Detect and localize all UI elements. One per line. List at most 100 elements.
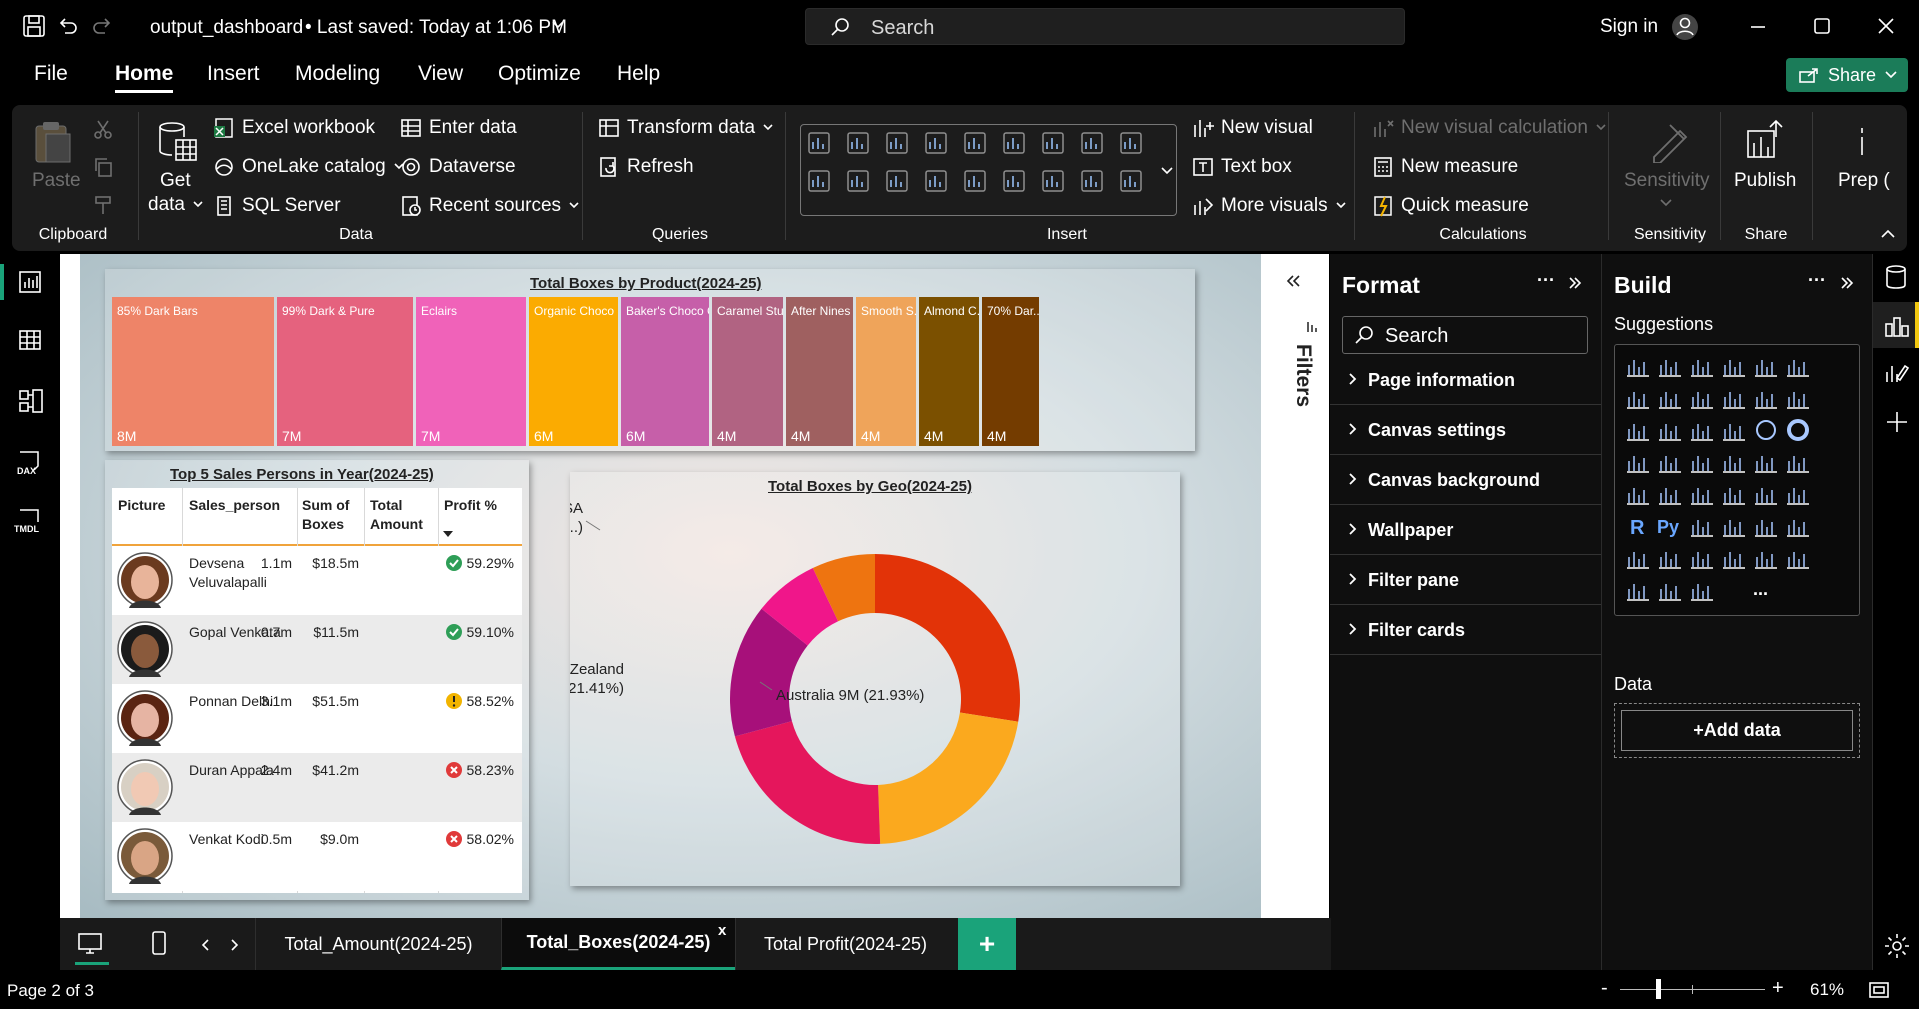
card-new-icon[interactable] <box>1689 545 1719 575</box>
format-section-canvas-settings[interactable]: Canvas settings <box>1348 420 1506 441</box>
stacked-area-icon[interactable] <box>1689 385 1719 415</box>
publish-button[interactable]: Publish <box>1734 170 1796 192</box>
prev-page-icon[interactable] <box>200 938 210 952</box>
more-options-icon[interactable]: ··· <box>1808 270 1826 291</box>
menu-view[interactable]: View <box>418 62 463 86</box>
table-icon[interactable] <box>1753 481 1783 511</box>
format-painter-icon[interactable] <box>92 194 114 216</box>
chevron-down-icon[interactable] <box>1659 198 1673 208</box>
new-visual-calculation-button[interactable]: New visual calculation <box>1372 117 1607 139</box>
table-row[interactable]: Duran Appala 2.4m $41.2m 58.23% <box>112 753 522 822</box>
filters-label[interactable]: Filters <box>1291 344 1315 407</box>
menu-help[interactable]: Help <box>617 62 660 86</box>
zoom-slider-thumb[interactable] <box>1656 979 1661 999</box>
zoom-in-button[interactable]: + <box>1772 977 1784 1000</box>
recent-sources-button[interactable]: Recent sources <box>400 195 580 217</box>
zoom-out-button[interactable]: - <box>1601 977 1608 1000</box>
maximize-icon[interactable] <box>1812 16 1832 36</box>
prep-icon[interactable] <box>1854 125 1870 159</box>
onelake-catalog-button[interactable]: OneLake catalog <box>213 156 405 178</box>
new-measure-button[interactable]: New measure <box>1372 156 1518 178</box>
format-section-wallpaper[interactable]: Wallpaper <box>1348 520 1453 541</box>
col-header-sum-of-boxes[interactable]: Sum of Boxes <box>302 496 349 534</box>
clustered-bar-icon[interactable] <box>884 130 910 156</box>
matrix-icon[interactable] <box>1785 481 1815 511</box>
col-header-profit[interactable]: Profit % <box>444 496 497 515</box>
treemap-tile[interactable]: Caramel Stu... 4M <box>712 297 783 446</box>
sensitivity-icon[interactable] <box>1646 117 1692 163</box>
paginated-report-icon[interactable] <box>1657 545 1687 575</box>
table-filter-icon[interactable] <box>1118 130 1144 156</box>
scatter-icon[interactable] <box>1721 417 1751 447</box>
stacked-column-icon[interactable] <box>1657 353 1687 383</box>
menu-insert[interactable]: Insert <box>207 62 260 86</box>
sql-server-button[interactable]: SQL Server <box>213 195 341 217</box>
get-data-label-1[interactable]: Get <box>160 170 191 192</box>
cut-icon[interactable] <box>92 118 114 140</box>
funnel-icon[interactable] <box>1689 417 1719 447</box>
undo-icon[interactable] <box>56 14 80 38</box>
format-section-filter-pane[interactable]: Filter pane <box>1348 570 1459 591</box>
treemap-tile[interactable]: Almond C... 4M <box>919 297 979 446</box>
shape-map-icon[interactable] <box>1721 449 1751 479</box>
dataverse-button[interactable]: Dataverse <box>400 156 516 178</box>
quick-measure-button[interactable]: Quick measure <box>1372 195 1529 217</box>
multi-row-card-icon[interactable] <box>1657 481 1687 511</box>
line-clustered-column-icon[interactable] <box>1785 385 1815 415</box>
col-header-picture[interactable]: Picture <box>118 496 165 515</box>
line-stacked-column-icon[interactable] <box>1753 385 1783 415</box>
menu-modeling[interactable]: Modeling <box>295 62 380 86</box>
treemap-tile[interactable]: 85% Dark Bars 8M <box>112 297 274 446</box>
stacked-bar-icon[interactable] <box>806 130 832 156</box>
python-visual-icon[interactable]: Py <box>1657 513 1687 543</box>
kpi-icon[interactable] <box>1689 481 1719 511</box>
decomposition-tree-icon[interactable] <box>1721 513 1751 543</box>
sort-desc-icon[interactable] <box>442 530 454 538</box>
100-bar-icon[interactable] <box>1753 353 1783 383</box>
power-apps-icon[interactable] <box>1657 577 1687 607</box>
page-tab-total-boxes[interactable]: Total_Boxes(2024-25) <box>501 918 735 970</box>
r-visual-icon[interactable]: R <box>1625 513 1655 543</box>
avatar-icon[interactable] <box>1670 12 1700 42</box>
gauge-icon[interactable] <box>962 168 988 194</box>
new-visual-button[interactable]: New visual <box>1192 117 1313 139</box>
save-icon[interactable] <box>22 14 46 38</box>
refresh-button[interactable]: Refresh <box>598 156 694 178</box>
slicer-icon[interactable] <box>1721 481 1751 511</box>
ribbon-chart-icon[interactable] <box>1625 417 1655 447</box>
area-chart-icon[interactable] <box>1079 130 1105 156</box>
treemap-tile[interactable]: After Nines 4M <box>786 297 853 446</box>
waterfall-icon[interactable] <box>1657 417 1687 447</box>
prep-button[interactable]: Prep ( <box>1838 170 1890 192</box>
format-section-page-information[interactable]: Page information <box>1348 370 1515 391</box>
col-header-sales-person[interactable]: Sales_person <box>189 496 280 515</box>
multi-row-card-icon[interactable] <box>1040 168 1066 194</box>
redo-icon[interactable] <box>90 14 114 38</box>
collapse-ribbon-icon[interactable] <box>1880 228 1896 240</box>
slicer-new-icon[interactable] <box>1721 545 1751 575</box>
transform-data-button[interactable]: Transform data <box>598 117 774 139</box>
table-row[interactable]: Gopal Venkata 0.7m $11.5m 59.10% <box>112 615 522 684</box>
page-tab-total-amount[interactable]: Total_Amount(2024-25) <box>255 918 501 970</box>
settings-gear-icon[interactable] <box>1883 932 1911 960</box>
fit-to-page-icon[interactable] <box>1868 980 1890 1000</box>
gauge-icon[interactable] <box>1785 449 1815 479</box>
paste-button[interactable]: Paste <box>32 170 81 192</box>
build-visual-icon[interactable] <box>1884 312 1910 338</box>
mobile-layout-icon[interactable] <box>150 930 168 956</box>
filters-pane-collapsed[interactable]: Filters <box>1261 254 1329 918</box>
menu-home[interactable]: Home <box>115 62 174 93</box>
more-visuals-ellipsis[interactable]: ... <box>1753 579 1768 600</box>
table-view-icon[interactable] <box>18 328 42 352</box>
card-icon[interactable] <box>1625 481 1655 511</box>
treemap-tile[interactable]: 99% Dark & Pure 7M <box>277 297 413 446</box>
enter-data-button[interactable]: Enter data <box>400 117 517 139</box>
table-icon[interactable] <box>1079 168 1105 194</box>
text-slicer-icon[interactable] <box>1785 545 1815 575</box>
more-options-icon[interactable]: ··· <box>1537 270 1555 291</box>
treemap-tile[interactable]: Baker's Choco C... 6M <box>621 297 709 446</box>
model-view-icon[interactable] <box>18 388 44 414</box>
copilot-icon[interactable] <box>1689 577 1719 607</box>
add-pane-icon[interactable] <box>1885 410 1909 434</box>
pie-chart-icon[interactable] <box>806 168 832 194</box>
